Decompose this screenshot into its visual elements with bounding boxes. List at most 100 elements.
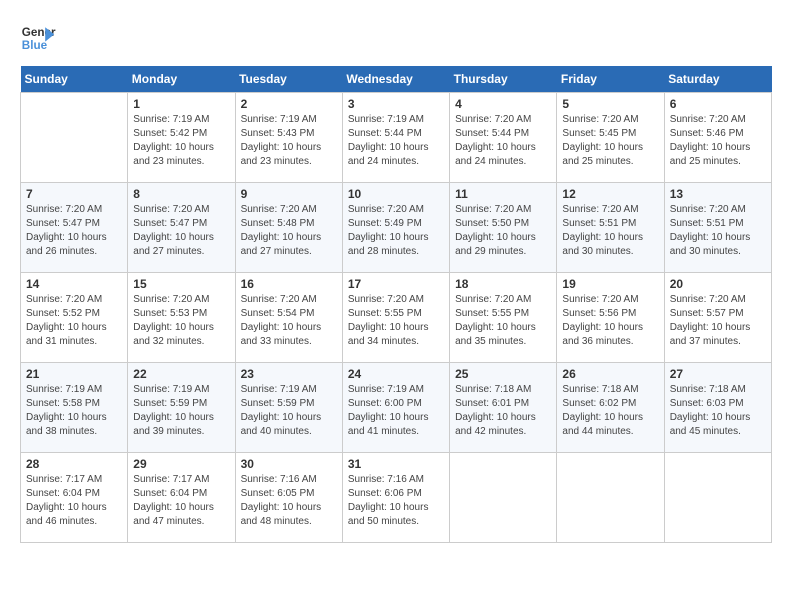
calendar-cell: 30 Sunrise: 7:16 AM Sunset: 6:05 PM Dayl… (235, 453, 342, 543)
day-info: Sunrise: 7:19 AM Sunset: 5:44 PM Dayligh… (348, 113, 444, 169)
day-info: Sunrise: 7:20 AM Sunset: 5:57 PM Dayligh… (670, 293, 766, 349)
day-info: Sunrise: 7:19 AM Sunset: 5:59 PM Dayligh… (133, 383, 229, 439)
calendar-cell: 16 Sunrise: 7:20 AM Sunset: 5:54 PM Dayl… (235, 273, 342, 363)
day-info: Sunrise: 7:20 AM Sunset: 5:47 PM Dayligh… (26, 203, 122, 259)
calendar-cell: 31 Sunrise: 7:16 AM Sunset: 6:06 PM Dayl… (342, 453, 449, 543)
day-number: 6 (670, 97, 766, 111)
day-number: 9 (241, 187, 337, 201)
day-info: Sunrise: 7:20 AM Sunset: 5:51 PM Dayligh… (562, 203, 658, 259)
calendar-cell (664, 453, 771, 543)
calendar-cell: 26 Sunrise: 7:18 AM Sunset: 6:02 PM Dayl… (557, 363, 664, 453)
day-info: Sunrise: 7:17 AM Sunset: 6:04 PM Dayligh… (26, 473, 122, 529)
day-info: Sunrise: 7:20 AM Sunset: 5:44 PM Dayligh… (455, 113, 551, 169)
day-number: 2 (241, 97, 337, 111)
day-info: Sunrise: 7:20 AM Sunset: 5:51 PM Dayligh… (670, 203, 766, 259)
day-number: 18 (455, 277, 551, 291)
day-number: 8 (133, 187, 229, 201)
day-number: 20 (670, 277, 766, 291)
calendar-cell: 2 Sunrise: 7:19 AM Sunset: 5:43 PM Dayli… (235, 93, 342, 183)
calendar-cell: 9 Sunrise: 7:20 AM Sunset: 5:48 PM Dayli… (235, 183, 342, 273)
day-number: 26 (562, 367, 658, 381)
day-number: 10 (348, 187, 444, 201)
day-info: Sunrise: 7:20 AM Sunset: 5:56 PM Dayligh… (562, 293, 658, 349)
day-number: 23 (241, 367, 337, 381)
day-number: 31 (348, 457, 444, 471)
calendar-cell: 27 Sunrise: 7:18 AM Sunset: 6:03 PM Dayl… (664, 363, 771, 453)
day-info: Sunrise: 7:18 AM Sunset: 6:02 PM Dayligh… (562, 383, 658, 439)
day-info: Sunrise: 7:19 AM Sunset: 5:43 PM Dayligh… (241, 113, 337, 169)
day-number: 1 (133, 97, 229, 111)
week-row-5: 28 Sunrise: 7:17 AM Sunset: 6:04 PM Dayl… (21, 453, 772, 543)
day-info: Sunrise: 7:20 AM Sunset: 5:52 PM Dayligh… (26, 293, 122, 349)
calendar-cell: 14 Sunrise: 7:20 AM Sunset: 5:52 PM Dayl… (21, 273, 128, 363)
calendar-cell (557, 453, 664, 543)
week-row-4: 21 Sunrise: 7:19 AM Sunset: 5:58 PM Dayl… (21, 363, 772, 453)
day-number: 14 (26, 277, 122, 291)
day-number: 17 (348, 277, 444, 291)
calendar-cell: 15 Sunrise: 7:20 AM Sunset: 5:53 PM Dayl… (128, 273, 235, 363)
calendar-cell: 10 Sunrise: 7:20 AM Sunset: 5:49 PM Dayl… (342, 183, 449, 273)
calendar-cell: 3 Sunrise: 7:19 AM Sunset: 5:44 PM Dayli… (342, 93, 449, 183)
day-info: Sunrise: 7:19 AM Sunset: 5:59 PM Dayligh… (241, 383, 337, 439)
day-info: Sunrise: 7:18 AM Sunset: 6:01 PM Dayligh… (455, 383, 551, 439)
svg-text:Blue: Blue (22, 39, 48, 52)
day-info: Sunrise: 7:20 AM Sunset: 5:54 PM Dayligh… (241, 293, 337, 349)
column-header-wednesday: Wednesday (342, 66, 449, 93)
column-header-sunday: Sunday (21, 66, 128, 93)
day-info: Sunrise: 7:20 AM Sunset: 5:55 PM Dayligh… (348, 293, 444, 349)
week-row-1: 1 Sunrise: 7:19 AM Sunset: 5:42 PM Dayli… (21, 93, 772, 183)
calendar-cell: 24 Sunrise: 7:19 AM Sunset: 6:00 PM Dayl… (342, 363, 449, 453)
calendar-cell: 11 Sunrise: 7:20 AM Sunset: 5:50 PM Dayl… (450, 183, 557, 273)
day-info: Sunrise: 7:20 AM Sunset: 5:50 PM Dayligh… (455, 203, 551, 259)
day-number: 24 (348, 367, 444, 381)
calendar-cell: 4 Sunrise: 7:20 AM Sunset: 5:44 PM Dayli… (450, 93, 557, 183)
day-info: Sunrise: 7:20 AM Sunset: 5:55 PM Dayligh… (455, 293, 551, 349)
calendar-cell: 19 Sunrise: 7:20 AM Sunset: 5:56 PM Dayl… (557, 273, 664, 363)
calendar-cell: 22 Sunrise: 7:19 AM Sunset: 5:59 PM Dayl… (128, 363, 235, 453)
calendar-cell: 12 Sunrise: 7:20 AM Sunset: 5:51 PM Dayl… (557, 183, 664, 273)
calendar-cell: 13 Sunrise: 7:20 AM Sunset: 5:51 PM Dayl… (664, 183, 771, 273)
day-info: Sunrise: 7:20 AM Sunset: 5:49 PM Dayligh… (348, 203, 444, 259)
logo-icon: General Blue (20, 20, 56, 56)
day-number: 4 (455, 97, 551, 111)
calendar-cell: 1 Sunrise: 7:19 AM Sunset: 5:42 PM Dayli… (128, 93, 235, 183)
day-number: 19 (562, 277, 658, 291)
day-number: 7 (26, 187, 122, 201)
day-info: Sunrise: 7:19 AM Sunset: 5:42 PM Dayligh… (133, 113, 229, 169)
week-row-2: 7 Sunrise: 7:20 AM Sunset: 5:47 PM Dayli… (21, 183, 772, 273)
column-header-saturday: Saturday (664, 66, 771, 93)
day-info: Sunrise: 7:20 AM Sunset: 5:45 PM Dayligh… (562, 113, 658, 169)
day-info: Sunrise: 7:16 AM Sunset: 6:06 PM Dayligh… (348, 473, 444, 529)
day-info: Sunrise: 7:20 AM Sunset: 5:46 PM Dayligh… (670, 113, 766, 169)
day-number: 25 (455, 367, 551, 381)
day-number: 16 (241, 277, 337, 291)
calendar-cell: 7 Sunrise: 7:20 AM Sunset: 5:47 PM Dayli… (21, 183, 128, 273)
column-header-friday: Friday (557, 66, 664, 93)
day-number: 15 (133, 277, 229, 291)
logo: General Blue (20, 20, 56, 56)
day-number: 12 (562, 187, 658, 201)
day-info: Sunrise: 7:20 AM Sunset: 5:48 PM Dayligh… (241, 203, 337, 259)
column-header-tuesday: Tuesday (235, 66, 342, 93)
week-row-3: 14 Sunrise: 7:20 AM Sunset: 5:52 PM Dayl… (21, 273, 772, 363)
day-number: 29 (133, 457, 229, 471)
column-header-thursday: Thursday (450, 66, 557, 93)
day-number: 22 (133, 367, 229, 381)
day-number: 28 (26, 457, 122, 471)
calendar-cell (450, 453, 557, 543)
page-header: General Blue (20, 20, 772, 56)
calendar-cell (21, 93, 128, 183)
calendar-cell: 8 Sunrise: 7:20 AM Sunset: 5:47 PM Dayli… (128, 183, 235, 273)
calendar-cell: 29 Sunrise: 7:17 AM Sunset: 6:04 PM Dayl… (128, 453, 235, 543)
day-number: 27 (670, 367, 766, 381)
day-info: Sunrise: 7:17 AM Sunset: 6:04 PM Dayligh… (133, 473, 229, 529)
day-number: 21 (26, 367, 122, 381)
calendar-cell: 28 Sunrise: 7:17 AM Sunset: 6:04 PM Dayl… (21, 453, 128, 543)
calendar-cell: 20 Sunrise: 7:20 AM Sunset: 5:57 PM Dayl… (664, 273, 771, 363)
calendar-cell: 17 Sunrise: 7:20 AM Sunset: 5:55 PM Dayl… (342, 273, 449, 363)
day-info: Sunrise: 7:19 AM Sunset: 5:58 PM Dayligh… (26, 383, 122, 439)
calendar-cell: 25 Sunrise: 7:18 AM Sunset: 6:01 PM Dayl… (450, 363, 557, 453)
calendar-cell: 5 Sunrise: 7:20 AM Sunset: 5:45 PM Dayli… (557, 93, 664, 183)
day-info: Sunrise: 7:20 AM Sunset: 5:53 PM Dayligh… (133, 293, 229, 349)
calendar-table: SundayMondayTuesdayWednesdayThursdayFrid… (20, 66, 772, 543)
